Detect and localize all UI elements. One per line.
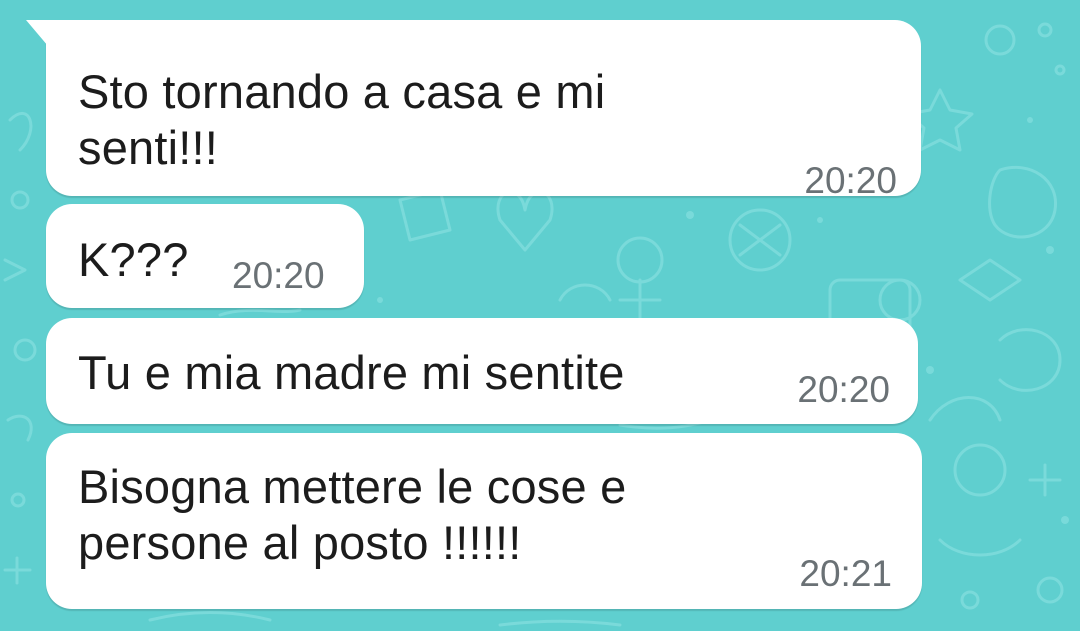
message-time: 20:20 [797, 369, 890, 410]
message-text: Sto tornando a casa e mi senti!!! [78, 65, 606, 174]
message-time: 20:20 [232, 255, 325, 296]
message-text: Bisogna mettere le cose e persone al pos… [78, 460, 627, 569]
message-text: K??? [78, 233, 189, 286]
message-bubble[interactable]: K??? 20:20 [46, 204, 364, 308]
message-time: 20:21 [799, 553, 892, 594]
message-bubble[interactable]: Tu e mia madre mi sentite 20:20 [46, 318, 918, 424]
message-bubble[interactable]: Sto tornando a casa e mi senti!!! 20:20 [26, 20, 921, 201]
bubble-tail [26, 20, 48, 46]
chat-area: Sto tornando a casa e mi senti!!! 20:20 … [0, 0, 1080, 631]
message-bubble[interactable]: Bisogna mettere le cose e persone al pos… [46, 433, 922, 609]
message-text: Tu e mia madre mi sentite [78, 346, 625, 399]
message-time: 20:20 [804, 160, 897, 201]
